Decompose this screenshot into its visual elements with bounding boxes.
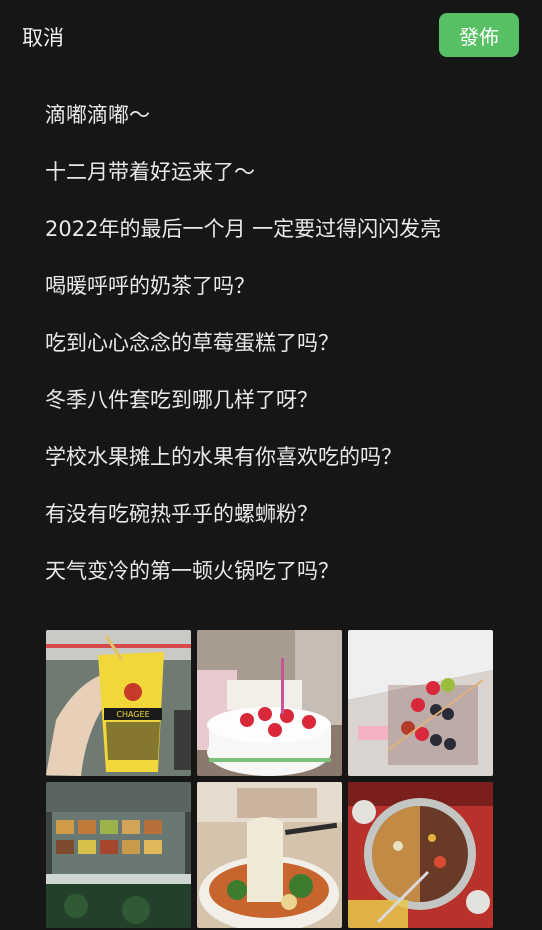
post-line: 天气变冷的第一顿火锅吃了吗？ — [45, 559, 339, 583]
post-text[interactable]: 滴嘟滴嘟～ 十二月带着好运来了～ 2022年的最后一个月 一定要过得闪闪发亮 喝… — [45, 100, 515, 613]
post-line: 学校水果摊上的水果有你喜欢吃的吗？ — [45, 445, 402, 469]
hotpot-photo[interactable] — [348, 782, 493, 928]
fruit-stall-photo[interactable] — [46, 782, 191, 928]
fruit-skewers-photo[interactable] — [348, 630, 493, 776]
post-line: 2022年的最后一个月 一定要过得闪闪发亮 — [45, 217, 442, 241]
top-bar: 取消 發佈 — [0, 0, 542, 70]
post-line: 喝暖呼呼的奶茶了吗？ — [45, 274, 255, 298]
noodle-bowl-photo[interactable] — [197, 782, 342, 928]
milk-tea-photo[interactable]: CHAGEE — [46, 630, 191, 776]
post-line: 吃到心心念念的草莓蛋糕了吗？ — [45, 331, 339, 355]
post-line: 冬季八件套吃到哪几样了呀？ — [45, 388, 318, 412]
post-line: 十二月带着好运来了～ — [45, 160, 255, 184]
cup-brand-text: CHAGEE — [116, 710, 149, 719]
post-line: 有没有吃碗热乎乎的螺蛳粉？ — [45, 502, 318, 526]
post-line: 滴嘟滴嘟～ — [45, 103, 150, 127]
publish-button[interactable]: 發佈 — [439, 13, 519, 57]
strawberry-cake-photo[interactable] — [197, 630, 342, 776]
cancel-button[interactable]: 取消 — [22, 22, 64, 52]
